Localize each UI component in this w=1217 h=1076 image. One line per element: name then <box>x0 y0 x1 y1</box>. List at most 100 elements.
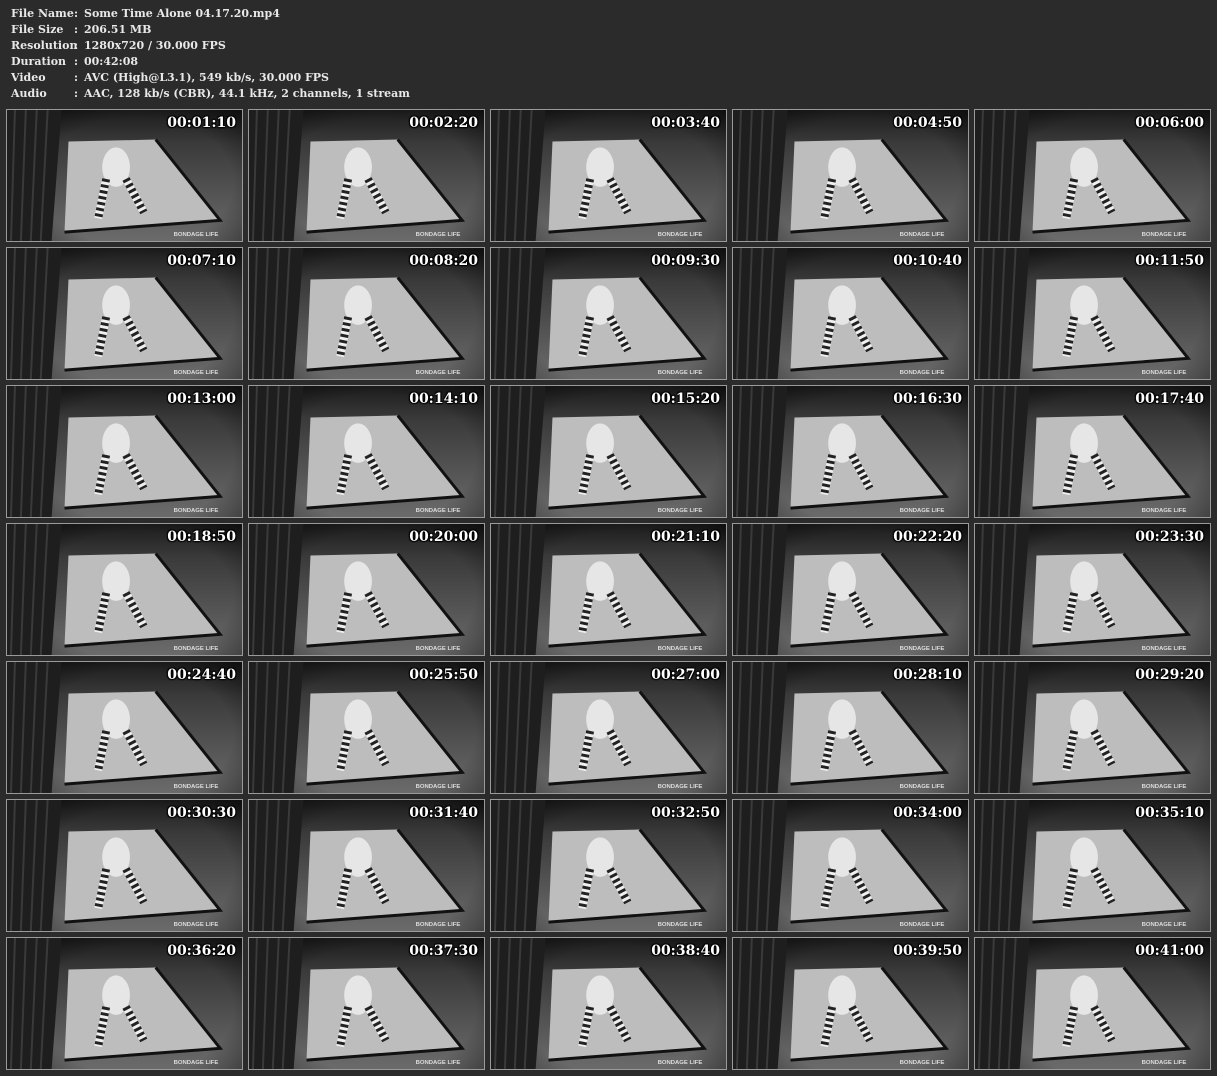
watermark-logo: BONDAGE LIFE <box>416 646 461 652</box>
thumbnail-timestamp: 00:15:20 <box>651 391 720 407</box>
thumbnail-timestamp: 00:07:10 <box>167 253 236 269</box>
watermark-logo: BONDAGE LIFE <box>658 784 703 790</box>
video-thumbnail: BONDAGE LIFE 00:25:50 <box>248 661 485 794</box>
info-value: 00:42:08 <box>84 55 139 68</box>
info-row-video: Video : AVC (High@L3.1), 549 kb/s, 30.00… <box>11 70 410 86</box>
video-thumbnail: BONDAGE LIFE 00:15:20 <box>490 385 727 518</box>
thumbnail-timestamp: 00:22:20 <box>893 529 962 545</box>
info-key: Resolution <box>11 39 78 52</box>
thumbnail-timestamp: 00:25:50 <box>409 667 478 683</box>
watermark-logo: BONDAGE LIFE <box>900 922 945 928</box>
info-value: 206.51 MB <box>84 23 152 36</box>
video-thumbnail: BONDAGE LIFE 00:18:50 <box>6 523 243 656</box>
video-thumbnail: BONDAGE LIFE 00:01:10 <box>6 109 243 242</box>
bed-shape <box>1032 691 1189 785</box>
info-key: Video <box>11 71 46 84</box>
thumbnail-timestamp: 00:13:00 <box>167 391 236 407</box>
video-thumbnail: BONDAGE LIFE 00:37:30 <box>248 937 485 1070</box>
bed-shape <box>1032 553 1189 647</box>
info-row-file-name: File Name : Some Time Alone 04.17.20.mp4 <box>11 6 410 22</box>
bed-shape <box>64 691 221 785</box>
watermark-logo: BONDAGE LIFE <box>900 784 945 790</box>
info-value: AVC (High@L3.1), 549 kb/s, 30.000 FPS <box>84 71 329 84</box>
watermark-logo: BONDAGE LIFE <box>174 646 219 652</box>
video-thumbnail: BONDAGE LIFE 00:04:50 <box>732 109 969 242</box>
thumbnail-timestamp: 00:29:20 <box>1135 667 1204 683</box>
bed-shape <box>790 277 947 371</box>
info-key: File Name <box>11 7 74 20</box>
video-thumbnail: BONDAGE LIFE 00:09:30 <box>490 247 727 380</box>
thumbnail-timestamp: 00:27:00 <box>651 667 720 683</box>
bed-shape <box>306 553 463 647</box>
thumbnail-timestamp: 00:21:10 <box>651 529 720 545</box>
info-row-file-size: File Size : 206.51 MB <box>11 22 410 38</box>
thumbnail-timestamp: 00:24:40 <box>167 667 236 683</box>
watermark-logo: BONDAGE LIFE <box>658 232 703 238</box>
thumbnail-timestamp: 00:20:00 <box>409 529 478 545</box>
bed-shape <box>64 967 221 1061</box>
watermark-logo: BONDAGE LIFE <box>1142 1060 1187 1066</box>
video-thumbnail: BONDAGE LIFE 00:35:10 <box>974 799 1211 932</box>
video-thumbnail: BONDAGE LIFE 00:16:30 <box>732 385 969 518</box>
video-thumbnail: BONDAGE LIFE 00:34:00 <box>732 799 969 932</box>
bed-shape <box>1032 277 1189 371</box>
video-thumbnail: BONDAGE LIFE 00:29:20 <box>974 661 1211 794</box>
watermark-logo: BONDAGE LIFE <box>900 508 945 514</box>
bed-shape <box>306 277 463 371</box>
bed-shape <box>64 277 221 371</box>
thumbnail-grid: BONDAGE LIFE 00:01:10 BONDAGE LIFE 00:02:20… <box>6 109 1213 1070</box>
thumbnail-timestamp: 00:37:30 <box>409 943 478 959</box>
info-separator: : <box>74 71 79 84</box>
info-value: AAC, 128 kb/s (CBR), 44.1 kHz, 2 channel… <box>84 87 410 100</box>
watermark-logo: BONDAGE LIFE <box>658 370 703 376</box>
bed-shape <box>64 829 221 923</box>
info-separator: : <box>74 87 79 100</box>
thumbnail-timestamp: 00:08:20 <box>409 253 478 269</box>
bed-shape <box>548 967 705 1061</box>
bed-shape <box>548 415 705 509</box>
bed-shape <box>1032 415 1189 509</box>
bed-shape <box>1032 139 1189 233</box>
video-thumbnail: BONDAGE LIFE 00:28:10 <box>732 661 969 794</box>
video-thumbnail: BONDAGE LIFE 00:13:00 <box>6 385 243 518</box>
bed-shape <box>64 139 221 233</box>
info-row-resolution: Resolution : 1280x720 / 30.000 FPS <box>11 38 410 54</box>
info-row-audio: Audio : AAC, 128 kb/s (CBR), 44.1 kHz, 2… <box>11 86 410 102</box>
bed-shape <box>1032 967 1189 1061</box>
bed-shape <box>790 139 947 233</box>
bed-shape <box>790 967 947 1061</box>
thumbnail-timestamp: 00:23:30 <box>1135 529 1204 545</box>
video-thumbnail: BONDAGE LIFE 00:07:10 <box>6 247 243 380</box>
watermark-logo: BONDAGE LIFE <box>900 646 945 652</box>
bed-shape <box>548 691 705 785</box>
watermark-logo: BONDAGE LIFE <box>1142 784 1187 790</box>
thumbnail-timestamp: 00:30:30 <box>167 805 236 821</box>
thumbnail-timestamp: 00:35:10 <box>1135 805 1204 821</box>
bed-shape <box>790 691 947 785</box>
watermark-logo: BONDAGE LIFE <box>174 508 219 514</box>
watermark-logo: BONDAGE LIFE <box>416 1060 461 1066</box>
video-thumbnail: BONDAGE LIFE 00:23:30 <box>974 523 1211 656</box>
thumbnail-timestamp: 00:18:50 <box>167 529 236 545</box>
thumbnail-timestamp: 00:41:00 <box>1135 943 1204 959</box>
thumbnail-timestamp: 00:34:00 <box>893 805 962 821</box>
bed-shape <box>64 415 221 509</box>
watermark-logo: BONDAGE LIFE <box>174 232 219 238</box>
watermark-logo: BONDAGE LIFE <box>174 1060 219 1066</box>
video-thumbnail: BONDAGE LIFE 00:31:40 <box>248 799 485 932</box>
info-key: Audio <box>11 87 47 100</box>
thumbnail-timestamp: 00:28:10 <box>893 667 962 683</box>
thumbnail-timestamp: 00:03:40 <box>651 115 720 131</box>
thumbnail-timestamp: 00:04:50 <box>893 115 962 131</box>
video-thumbnail: BONDAGE LIFE 00:17:40 <box>974 385 1211 518</box>
info-separator: : <box>74 23 79 36</box>
watermark-logo: BONDAGE LIFE <box>416 370 461 376</box>
watermark-logo: BONDAGE LIFE <box>658 1060 703 1066</box>
bed-shape <box>1032 829 1189 923</box>
info-value: 1280x720 / 30.000 FPS <box>84 39 226 52</box>
bed-shape <box>790 415 947 509</box>
watermark-logo: BONDAGE LIFE <box>658 646 703 652</box>
video-thumbnail: BONDAGE LIFE 00:14:10 <box>248 385 485 518</box>
watermark-logo: BONDAGE LIFE <box>416 508 461 514</box>
watermark-logo: BONDAGE LIFE <box>1142 922 1187 928</box>
